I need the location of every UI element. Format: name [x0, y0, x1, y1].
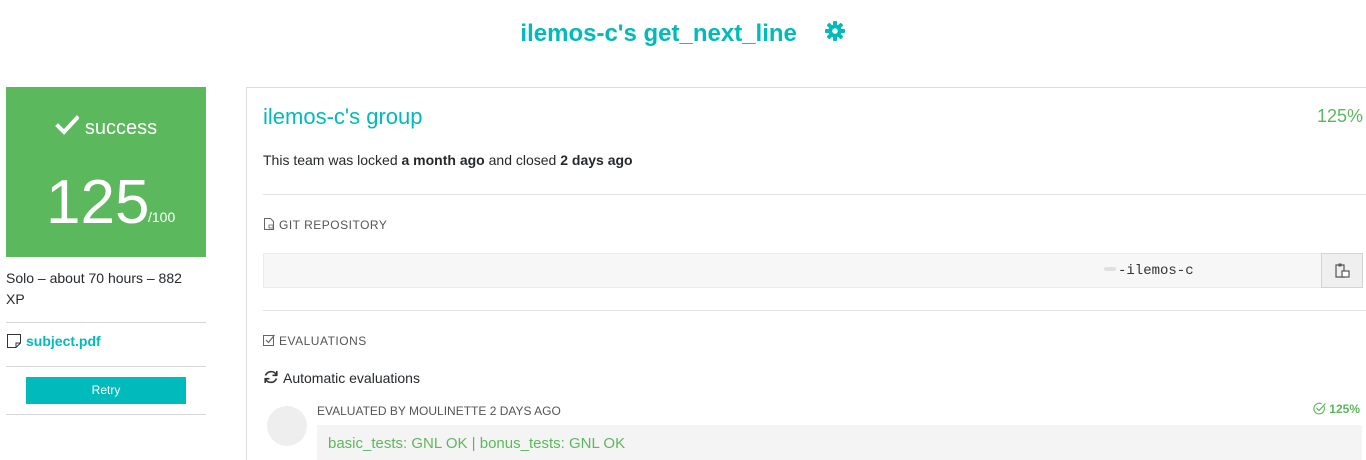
- score-max: /100: [148, 209, 176, 225]
- document-icon: [6, 333, 22, 349]
- page-title: ilemos-c's get_next_line: [0, 20, 1366, 48]
- evaluation-mark: 125%: [1313, 402, 1360, 416]
- divider: [6, 366, 206, 367]
- redacted-text: [1104, 267, 1116, 271]
- automatic-evaluations-heading: Automatic evaluations: [263, 369, 420, 386]
- repository-url-field[interactable]: -ilemos-c: [263, 253, 1321, 288]
- evaluations-label: EVALUATIONS: [263, 334, 367, 348]
- checkmark-icon: [55, 113, 80, 137]
- subject-link[interactable]: subject.pdf: [6, 333, 101, 349]
- divider: [6, 414, 206, 415]
- avatar: [267, 406, 307, 446]
- status-label: success: [84, 117, 158, 139]
- divider: [263, 194, 1366, 195]
- gear-icon[interactable]: [824, 20, 846, 42]
- project-title: ilemos-c's get_next_line: [520, 20, 797, 47]
- score-value: 125: [46, 168, 150, 237]
- git-repository-label: GIT REPOSITORY: [263, 218, 387, 232]
- copy-button[interactable]: [1321, 253, 1363, 288]
- project-info: Solo – about 70 hours – 882 XP: [6, 270, 182, 307]
- repository-url: -ilemos-c: [1118, 263, 1194, 279]
- checkbox-icon: [263, 334, 275, 346]
- retry-button[interactable]: Retry: [26, 377, 186, 404]
- team-status: This team was locked a month ago and clo…: [263, 152, 633, 168]
- refresh-icon: [263, 369, 279, 385]
- locked-time: a month ago: [401, 152, 485, 168]
- closed-time: 2 days ago: [560, 152, 633, 168]
- score-card: success 125 /100: [6, 87, 206, 257]
- team-panel: ilemos-c's group 125% This team was lock…: [246, 87, 1366, 460]
- file-icon: [263, 218, 275, 230]
- score-status: success: [6, 113, 206, 140]
- group-mark: 125%: [1316, 106, 1363, 126]
- divider: [6, 322, 206, 323]
- check-circle-icon: [1313, 402, 1327, 415]
- group-title[interactable]: ilemos-c's group: [263, 104, 422, 130]
- divider: [263, 310, 1366, 311]
- evaluator-line: EVALUATED BY MOULINETTE 2 DAYS AGO: [317, 404, 561, 418]
- evaluation-result: basic_tests: GNL OK | bonus_tests: GNL O…: [317, 425, 1362, 460]
- subject-label: subject.pdf: [26, 333, 101, 349]
